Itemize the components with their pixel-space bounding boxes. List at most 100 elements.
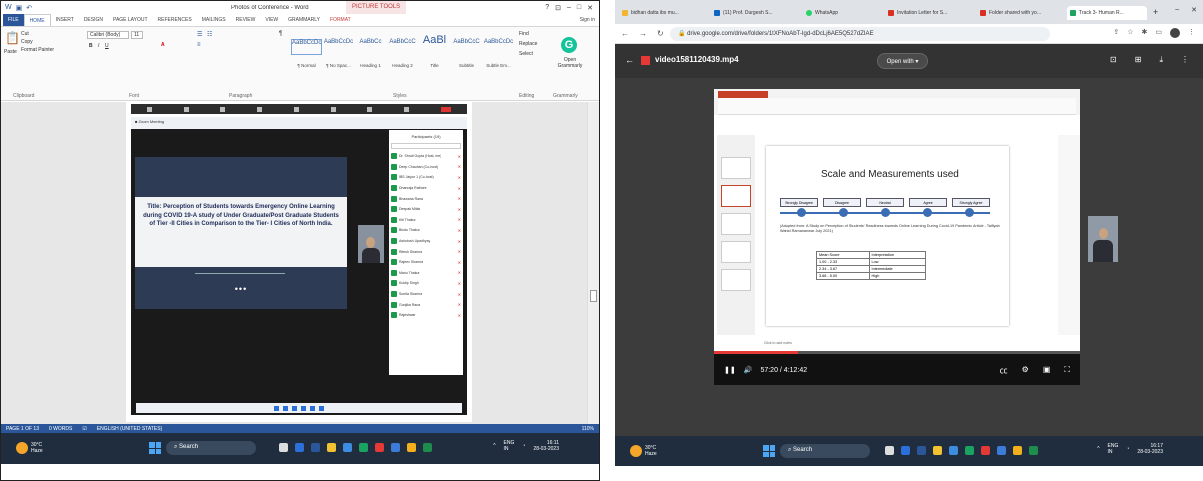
open-grammarly-button[interactable]: Open Grammarly — [553, 57, 587, 69]
style-subtle-emphasis-preview[interactable]: AaBbCcDc — [483, 39, 514, 55]
participant-row[interactable]: Gunjika Rana ✕ — [391, 299, 461, 310]
volume-icon[interactable]: 🔊 — [744, 366, 753, 374]
app-icon[interactable] — [997, 446, 1006, 455]
extensions-icon[interactable]: ✱ — [1142, 28, 1148, 38]
taskbar-app-icon[interactable] — [283, 405, 288, 411]
taskbar-search-input[interactable]: ⌕ Search — [780, 444, 870, 458]
taskbar-app-icon[interactable] — [292, 405, 297, 411]
security-icon[interactable] — [220, 106, 226, 112]
browser-tab[interactable]: Folder shared with yo... — [977, 6, 1065, 20]
edge-icon[interactable] — [359, 443, 368, 452]
windows-start-icon[interactable] — [763, 445, 775, 457]
profile-avatar[interactable] — [1170, 28, 1180, 38]
taskbar-search-input[interactable]: ⌕ Search — [166, 441, 256, 455]
maximize-button[interactable]: □ — [577, 4, 581, 12]
video-player[interactable]: Scale and Measurements used Strongly Dis… — [714, 89, 1080, 385]
mic-muted-icon[interactable]: ✕ — [458, 302, 461, 307]
style-heading1-preview[interactable]: AaBbCc — [355, 39, 386, 55]
bullets-icon[interactable]: ☰ — [197, 31, 202, 38]
help-button[interactable]: ? — [545, 4, 549, 12]
select-button[interactable]: Select — [519, 51, 533, 57]
style-subtitle-preview[interactable]: AaBbCcC — [451, 39, 482, 55]
tab-references[interactable]: REFERENCES — [153, 14, 197, 26]
video-progress-bar[interactable] — [714, 351, 1080, 354]
zoom-app-icon[interactable] — [295, 443, 304, 452]
excel-icon[interactable] — [1029, 446, 1038, 455]
underline-icon[interactable]: U — [105, 43, 109, 49]
mic-muted-icon[interactable]: ✕ — [458, 260, 461, 265]
tab-file[interactable]: FILE — [3, 14, 24, 26]
mic-muted-icon[interactable]: ✕ — [458, 281, 461, 286]
pause-icon[interactable]: ❚❚ — [724, 366, 736, 374]
tab-format[interactable]: FORMAT — [325, 14, 356, 26]
browser-tab[interactable]: Invitation Letter for S... — [885, 6, 975, 20]
weather-sun-icon[interactable] — [16, 442, 28, 454]
windows-start-icon[interactable] — [149, 442, 161, 454]
folder-icon[interactable] — [933, 446, 942, 455]
page-count[interactable]: PAGE 1 OF 13 — [6, 426, 39, 432]
browser-tab[interactable]: (11) Prof. Durgesh S... — [711, 6, 801, 20]
file-explorer-icon[interactable] — [885, 446, 894, 455]
more-vert-icon[interactable]: ⋮ — [1181, 55, 1189, 65]
wifi-icon[interactable]: ◔ — [1126, 446, 1129, 452]
browser-tab-active[interactable]: Track 3- Human R... — [1067, 6, 1147, 20]
proofing-icon[interactable]: ☑ — [82, 426, 86, 432]
folder-icon[interactable] — [327, 443, 336, 452]
wifi-icon[interactable]: ◔ — [522, 443, 525, 449]
mail-icon[interactable] — [949, 446, 958, 455]
paste-button[interactable]: Paste — [4, 49, 17, 55]
participant-row[interactable]: IBS Jaipur 1 (Co-host) ✕ — [391, 172, 461, 183]
minimize-icon[interactable]: – — [1175, 6, 1179, 14]
tab-design[interactable]: DESIGN — [79, 14, 108, 26]
browser-tab[interactable]: WhatsApp — [803, 6, 883, 20]
participant-row[interactable]: Rajeev Sharma ✕ — [391, 257, 461, 268]
chrome-icon[interactable] — [407, 443, 416, 452]
replace-button[interactable]: Replace — [519, 41, 537, 47]
language-indicator[interactable]: ENG IN — [504, 440, 515, 452]
close-icon[interactable]: ✕ — [1191, 6, 1197, 14]
close-button[interactable]: ✕ — [587, 4, 593, 12]
excel-icon[interactable] — [423, 443, 432, 452]
format-painter-button[interactable]: Format Painter — [21, 47, 54, 53]
mic-muted-icon[interactable]: ✕ — [458, 292, 461, 297]
chrome-icon[interactable] — [1013, 446, 1022, 455]
participant-row[interactable]: Rajeshwar ✕ — [391, 310, 461, 321]
open-with-button[interactable]: Open with ▾ — [877, 53, 928, 69]
word-app-icon[interactable] — [917, 446, 926, 455]
font-size-select[interactable]: 11 — [131, 31, 143, 39]
undo-icon[interactable]: ↶ — [26, 4, 32, 12]
copy-button[interactable]: Copy — [21, 39, 33, 45]
mic-muted-icon[interactable]: ✕ — [458, 207, 461, 212]
taskbar-app-icon[interactable] — [301, 405, 306, 411]
word-app-icon[interactable] — [311, 443, 320, 452]
mic-muted-icon[interactable]: ✕ — [458, 313, 461, 318]
pilcrow-icon[interactable]: ¶ — [279, 31, 282, 37]
add-to-drive-icon[interactable]: ⊡ — [1110, 55, 1117, 65]
style-nospacing-preview[interactable]: AaBbCcDc — [323, 39, 354, 55]
tab-mailings[interactable]: MAILINGS — [197, 14, 231, 26]
app-icon[interactable] — [375, 443, 384, 452]
chat-icon[interactable] — [293, 106, 299, 112]
style-title-preview[interactable]: AaBl — [419, 34, 450, 50]
word-count[interactable]: 0 WORDS — [49, 426, 72, 432]
participant-row[interactable]: Bindu Thakur ✕ — [391, 225, 461, 236]
url-input[interactable]: 🔒 drive.google.com/drive/folders/1tXFNoA… — [670, 27, 1050, 41]
miniplayer-icon[interactable]: ▣ — [1043, 365, 1051, 376]
sign-in-link[interactable]: Sign in — [575, 14, 599, 26]
mic-muted-icon[interactable]: ✕ — [458, 249, 461, 254]
taskbar-clock[interactable]: 16:17 28-03-2023 — [1137, 443, 1163, 455]
font-color-icon[interactable]: A — [161, 42, 165, 48]
mic-muted-icon[interactable]: ✕ — [458, 239, 461, 244]
tab-insert[interactable]: INSERT — [51, 14, 79, 26]
mic-muted-icon[interactable]: ✕ — [458, 228, 461, 233]
mic-muted-icon[interactable]: ✕ — [458, 164, 461, 169]
taskbar-app-icon[interactable] — [310, 405, 315, 411]
find-button[interactable]: Find — [519, 31, 529, 37]
italic-icon[interactable]: I — [98, 43, 99, 49]
zoom-level[interactable]: 110% — [582, 426, 594, 432]
tray-up-icon[interactable]: ^ — [493, 443, 495, 449]
mute-icon[interactable] — [146, 106, 152, 112]
participant-row[interactable]: Sunita Sharma ✕ — [391, 289, 461, 300]
tab-page-layout[interactable]: PAGE LAYOUT — [108, 14, 153, 26]
participant-row[interactable]: Manu Thakur ✕ — [391, 268, 461, 279]
